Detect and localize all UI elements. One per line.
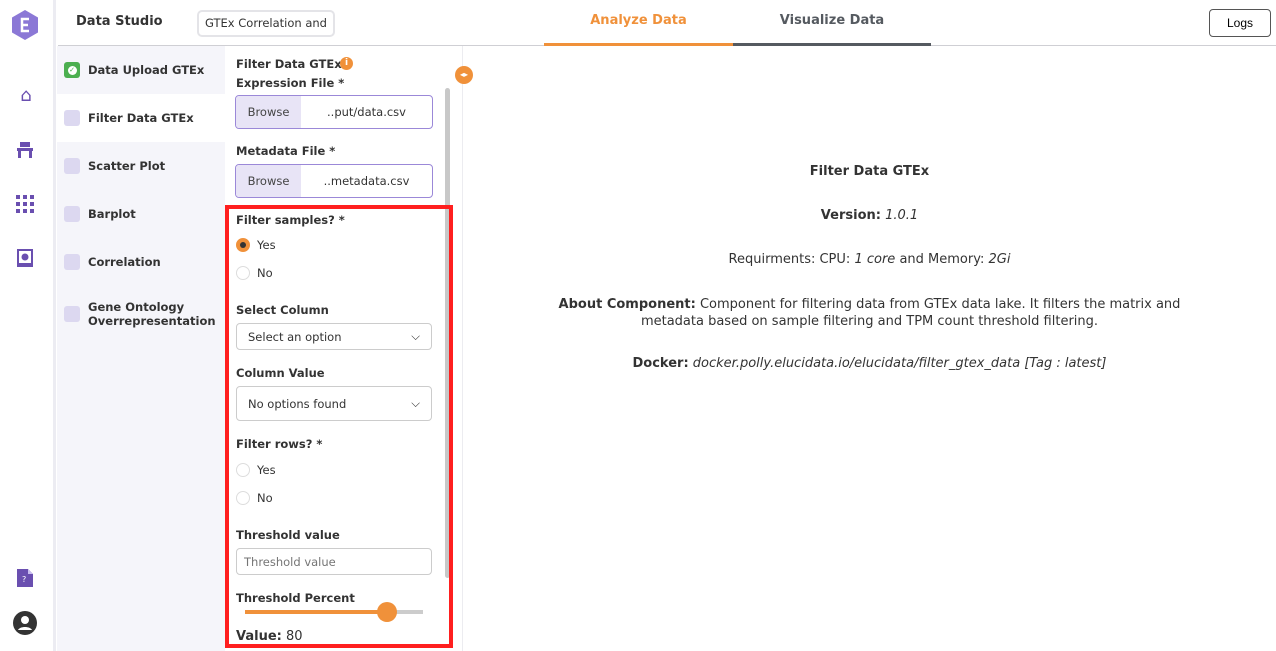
step-barplot[interactable]: Barplot (57, 190, 225, 238)
chevron-down-icon: ⌵ (411, 329, 420, 343)
chevron-down-icon: ⌵ (411, 396, 420, 410)
step-label: Gene Ontology Overrepresentation (88, 299, 216, 328)
step-correlation[interactable]: Correlation (57, 238, 225, 286)
filter-samples-yes[interactable]: Yes (236, 238, 276, 252)
app-title: Data Studio (76, 14, 163, 29)
threshold-value-label: Threshold value (236, 528, 340, 542)
step-status-icon (64, 206, 80, 222)
workflow-steps: ✓ Data Upload GTEx Filter Data GTEx Scatt… (57, 46, 225, 651)
form-scrollbar[interactable] (445, 88, 450, 578)
help-doc-icon[interactable]: ? (17, 569, 33, 587)
select-column-dropdown[interactable]: Select an option ⌵ (236, 323, 432, 350)
radio-label: Yes (257, 238, 276, 252)
cpu-value: 1 core (854, 252, 896, 267)
file-name: ..put/data.csv (327, 105, 406, 119)
dropdown-value: Select an option (248, 329, 342, 344)
form-title: Filter Data GTEx (236, 57, 342, 71)
filter-rows-label: Filter rows? * (236, 437, 323, 451)
step-status-icon (64, 158, 80, 174)
metadata-file-label: Metadata File * (236, 144, 336, 158)
file-name: ..metadata.csv (323, 174, 410, 188)
step-filter-data-gtex[interactable]: Filter Data GTEx (57, 94, 225, 142)
radio-label: No (257, 491, 273, 505)
version-label: Version: (820, 208, 881, 223)
memory-value: 2Gi (988, 252, 1011, 267)
home-icon[interactable]: ⌂ (16, 86, 36, 106)
about-text: Component for filtering data from GTEx d… (640, 297, 1181, 329)
dropdown-value: No options found (248, 396, 347, 411)
filter-rows-no[interactable]: No (236, 491, 273, 505)
project-name-input[interactable]: GTEx Correlation and (197, 10, 335, 37)
step-label: Scatter Plot (88, 159, 166, 173)
step-label: Data Upload GTEx (88, 63, 205, 77)
radio-label: Yes (257, 463, 276, 477)
requirements: Requirments: CPU: 1 core and Memory: 2Gi (463, 252, 1276, 267)
docker-text: docker.polly.elucidata.io/elucidata/filt… (692, 356, 1107, 371)
component-title: Filter Data GTEx (809, 164, 930, 179)
about-label: About Component: (558, 297, 696, 312)
browse-button[interactable]: Browse (236, 165, 301, 197)
browse-button[interactable]: Browse (236, 96, 301, 128)
version: Version: 1.0.1 (463, 208, 1276, 223)
tab-analyze-data[interactable]: Analyze Data (544, 0, 733, 46)
threshold-percent-label: Threshold Percent (236, 591, 355, 605)
slider-value: Value: 80 (236, 629, 303, 644)
threshold-value-input[interactable] (236, 548, 432, 575)
value-label: Value: (236, 629, 282, 644)
user-account-icon[interactable] (13, 611, 37, 635)
step-label: Barplot (88, 207, 136, 221)
version-value: 1.0.1 (885, 208, 919, 223)
docker-info: Docker: docker.polly.elucidata.io/elucid… (463, 356, 1276, 371)
tab-visualize-data[interactable]: Visualize Data (733, 0, 931, 46)
column-value-label: Column Value (236, 366, 325, 380)
apps-grid-icon[interactable] (16, 195, 34, 213)
filter-samples-label: Filter samples? * (236, 213, 345, 227)
info-icon[interactable]: i (340, 57, 353, 70)
step-scatter-plot[interactable]: Scatter Plot (57, 142, 225, 190)
logs-button[interactable]: Logs (1209, 9, 1271, 37)
step-status-icon (64, 110, 80, 126)
expression-file-input[interactable]: Browse ..put/data.csv (235, 95, 433, 129)
step-status-icon (64, 305, 80, 322)
req-label: Requirments: CPU: (728, 252, 851, 267)
step-data-upload-gtex[interactable]: ✓ Data Upload GTEx (57, 46, 225, 94)
workspace-icon[interactable] (16, 141, 34, 159)
filter-samples-no[interactable]: No (236, 266, 273, 280)
req-mid: and Memory: (899, 252, 985, 267)
column-value-dropdown[interactable]: No options found ⌵ (236, 386, 432, 421)
notebook-icon[interactable] (17, 249, 33, 267)
slider-thumb[interactable] (377, 602, 398, 622)
step-status-icon (64, 254, 80, 270)
about-component: About Component: Component for filtering… (543, 296, 1196, 330)
step-label: Correlation (88, 255, 161, 269)
slider-fill (245, 610, 388, 614)
select-column-label: Select Column (236, 303, 329, 317)
step-gene-ontology[interactable]: Gene Ontology Overrepresentation (57, 291, 225, 336)
icon-sidebar: ⌂ ? (0, 0, 56, 651)
filter-rows-yes[interactable]: Yes (236, 463, 276, 477)
expression-file-label: Expression File * (236, 76, 345, 90)
step-label: Filter Data GTEx (88, 111, 194, 125)
docker-label: Docker: (632, 356, 689, 371)
logo-icon[interactable] (12, 10, 38, 40)
svg-text:?: ? (22, 575, 26, 584)
component-info: Filter Data GTEx Version: 1.0.1 Requirme… (463, 46, 1276, 651)
radio-label: No (257, 266, 273, 280)
threshold-percent-slider[interactable] (245, 602, 423, 622)
value-text: 80 (286, 629, 303, 644)
check-done-icon: ✓ (64, 62, 80, 78)
header: Data Studio GTEx Correlation and Analyze… (58, 0, 1276, 46)
metadata-file-input[interactable]: Browse ..metadata.csv (235, 164, 433, 198)
filter-form: Filter Data GTEx i Expression File * Bro… (225, 46, 450, 651)
